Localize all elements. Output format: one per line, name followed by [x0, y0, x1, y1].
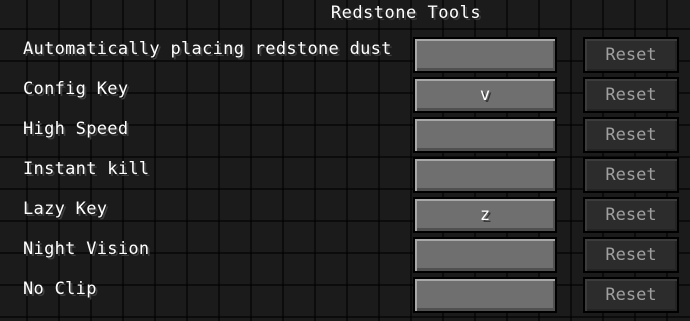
reset-button[interactable]: Reset	[583, 277, 679, 313]
keybind-label: Automatically placing redstone dust	[23, 39, 392, 59]
keybind-button[interactable]	[413, 237, 557, 273]
keybind-label: Instant kill	[23, 159, 150, 179]
keybind-label: No Clip	[23, 279, 97, 299]
keybind-button[interactable]	[413, 117, 557, 153]
reset-button[interactable]: Reset	[583, 117, 679, 153]
reset-button[interactable]: Reset	[583, 197, 679, 233]
keybind-row-instant-kill: Instant kill Reset	[0, 157, 690, 193]
keybind-button[interactable]	[413, 277, 557, 313]
screen-title: Redstone Tools	[330, 3, 482, 23]
reset-button[interactable]: Reset	[583, 237, 679, 273]
keybind-button[interactable]: z	[413, 197, 557, 233]
reset-button[interactable]: Reset	[583, 157, 679, 193]
keybind-row-lazy-key: Lazy Key z Reset	[0, 197, 690, 233]
keybind-button[interactable]	[413, 37, 557, 73]
keybind-row-high-speed: High Speed Reset	[0, 117, 690, 153]
keybind-row-night-vision: Night Vision Reset	[0, 237, 690, 273]
reset-button[interactable]: Reset	[583, 77, 679, 113]
keybind-button[interactable]	[413, 157, 557, 193]
keybind-button[interactable]: v	[413, 77, 557, 113]
keybind-label: Night Vision	[23, 239, 150, 259]
keybind-label: Config Key	[23, 79, 129, 99]
keybind-label: High Speed	[23, 119, 129, 139]
keybind-row-no-clip: No Clip Reset	[0, 277, 690, 313]
keybind-row-auto-redstone: Automatically placing redstone dust Rese…	[0, 37, 690, 73]
keybind-row-config-key: Config Key v Reset	[0, 77, 690, 113]
reset-button[interactable]: Reset	[583, 37, 679, 73]
keybind-label: Lazy Key	[23, 199, 108, 219]
